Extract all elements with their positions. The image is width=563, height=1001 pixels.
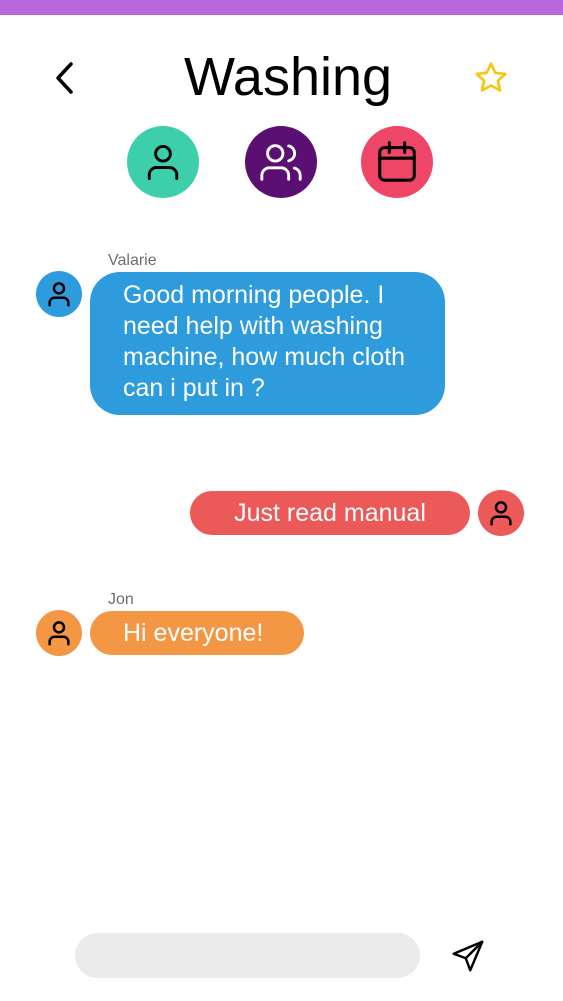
message-bubble[interactable]: Hi everyone! [90, 611, 304, 655]
user-icon [147, 144, 179, 180]
message-sender: Jon [108, 591, 134, 608]
send-button[interactable] [446, 934, 490, 978]
message-text: Good morning people. I need help with wa… [123, 281, 406, 402]
message-bubble[interactable]: Good morning people. I need help with wa… [90, 272, 445, 415]
avatar[interactable] [36, 271, 82, 317]
calendar-icon [378, 141, 416, 182]
top-accent-bar [0, 0, 563, 15]
back-button[interactable] [44, 55, 84, 101]
users-icon [260, 144, 302, 181]
favorite-button[interactable] [469, 56, 513, 100]
user-icon [48, 621, 70, 646]
send-icon [452, 940, 484, 972]
user-icon [490, 501, 512, 526]
page-title: Washing [183, 47, 393, 107]
profile-button[interactable] [127, 126, 199, 198]
message-text: Just read manual [234, 499, 426, 527]
avatar[interactable] [478, 490, 524, 536]
group-members-button[interactable] [245, 126, 317, 198]
avatar[interactable] [36, 610, 82, 656]
message-input[interactable] [75, 933, 420, 978]
chevron-left-icon [56, 62, 73, 94]
message-bubble[interactable]: Just read manual [190, 491, 470, 535]
calendar-button[interactable] [361, 126, 433, 198]
message-text: Hi everyone! [123, 619, 264, 647]
user-icon [48, 282, 70, 307]
message-sender: Valarie [108, 252, 157, 269]
star-icon [475, 62, 507, 92]
